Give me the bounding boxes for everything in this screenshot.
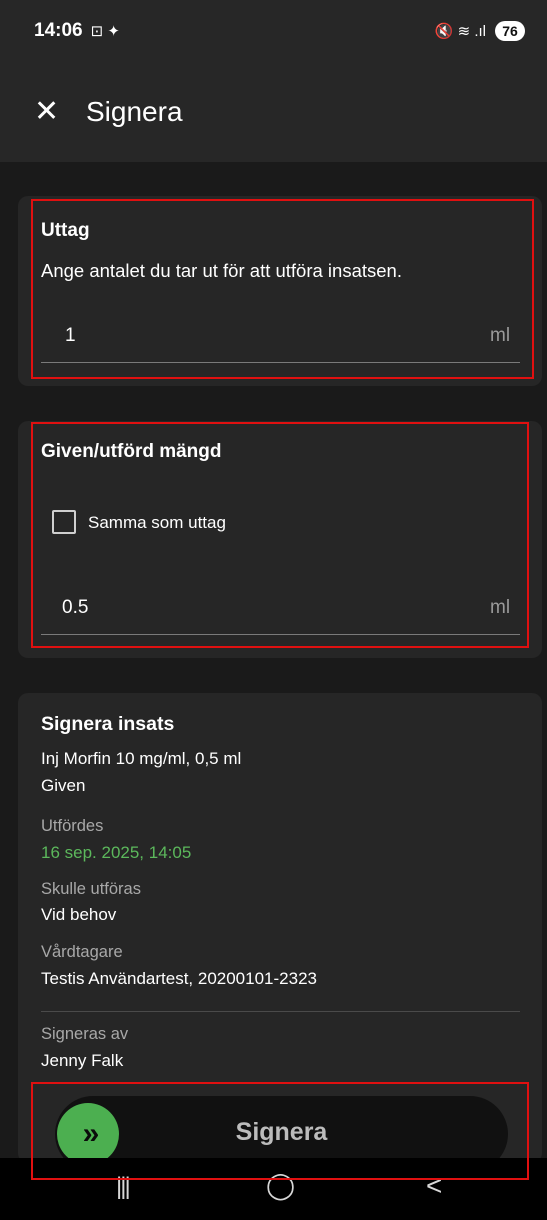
utfordes-label: Utfördes <box>41 817 104 835</box>
checkbox-label: Samma som uttag <box>88 513 226 532</box>
home-icon[interactable]: ◯ <box>266 1170 295 1201</box>
signal-icons: 🔇 ≋ .ıl <box>434 23 486 40</box>
slider-label: Signera <box>235 1118 328 1146</box>
same-as-uttag-checkbox[interactable]: Samma som uttag <box>52 510 282 540</box>
uttag-title: Uttag <box>41 220 90 241</box>
uttag-card: Uttag Ange antalet du tar ut för att utf… <box>18 196 542 386</box>
vardtagare-value: Testis Användartest, 20200101-2323 <box>41 969 317 988</box>
status-bar: 14:06 ⊡ ✦ 🔇 ≋ .ıl 76 <box>0 0 547 62</box>
uttag-value: 1 <box>65 325 76 346</box>
given-underline <box>41 634 520 635</box>
battery-indicator: 76 <box>495 21 525 41</box>
status-left: 14:06 ⊡ ✦ <box>34 20 120 42</box>
recents-icon[interactable]: ||| <box>116 1173 131 1201</box>
page-title: Signera <box>86 96 183 127</box>
given-title: Given/utförd mängd <box>41 441 222 462</box>
status-time: 14:06 <box>34 20 83 41</box>
given-card: Given/utförd mängd Samma som uttag 0.5 m… <box>18 421 542 658</box>
status-line: Given <box>41 776 86 795</box>
uttag-input[interactable]: 1 ml <box>41 306 520 364</box>
given-value: 0.5 <box>62 597 89 618</box>
navigation-bar: ||| ◯ < <box>0 1158 547 1220</box>
uttag-unit: ml <box>490 325 511 346</box>
vardtagare-label: Vårdtagare <box>41 943 123 961</box>
divider <box>41 1011 520 1012</box>
skulle-value: Vid behov <box>41 905 117 924</box>
signeras-label: Signeras av <box>41 1025 129 1043</box>
uttag-underline <box>41 362 520 363</box>
status-right: 🔇 ≋ .ıl 76 <box>435 21 525 41</box>
given-unit: ml <box>490 597 511 618</box>
close-icon[interactable]: ✕ <box>34 97 64 127</box>
checkbox-box <box>52 510 76 534</box>
signeras-value: Jenny Falk <box>41 1051 124 1070</box>
signera-insats-title: Signera insats <box>41 713 175 735</box>
back-icon[interactable]: < <box>426 1170 442 1202</box>
app-bar: ✕ Signera <box>0 62 547 162</box>
medication-line: Inj Morfin 10 mg/ml, 0,5 ml <box>41 749 242 768</box>
signera-insats-card: Signera insats Inj Morfin 10 mg/ml, 0,5 … <box>18 693 542 1163</box>
utfordes-value: 16 sep. 2025, 14:05 <box>41 843 192 862</box>
notification-icons: ⊡ ✦ <box>90 23 120 40</box>
given-input[interactable]: 0.5 ml <box>41 581 520 633</box>
uttag-description: Ange antalet du tar ut för att utföra in… <box>41 260 402 281</box>
skulle-label: Skulle utföras <box>41 880 141 898</box>
